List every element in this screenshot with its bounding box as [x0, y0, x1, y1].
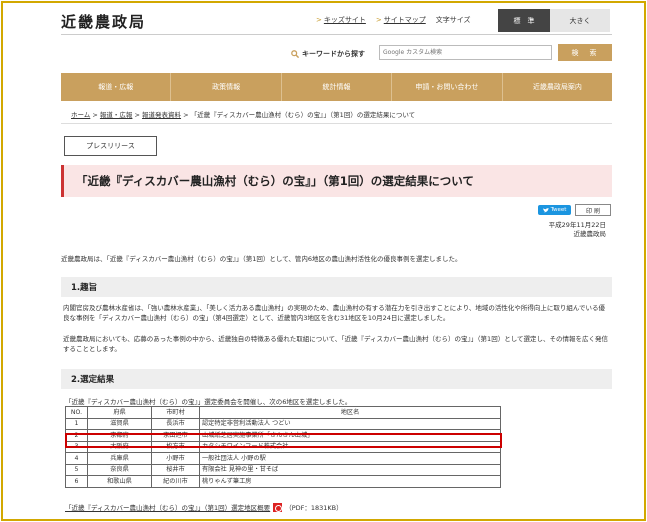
- date-block: 平成29年11月22日 近畿農政局: [549, 221, 606, 239]
- top-links: > キッズサイト > サイトマップ 文字サイズ: [316, 15, 471, 25]
- results-table: NO. 府県 市町村 地区名 1 滋賀県 長浜市 認定特定非営利活動法人 つどい…: [65, 406, 501, 488]
- breadcrumb: ホーム > 報道・広報 > 報道発表資料 > 「近畿『ディスカバー農山漁村（むら…: [71, 111, 416, 119]
- breadcrumb-divider: [61, 123, 612, 124]
- site-logo[interactable]: 近畿農政局: [61, 11, 146, 32]
- global-nav: 報道・広報 政策情報 統計情報 申請・お問い合わせ 近畿農政局案内: [61, 73, 612, 101]
- purpose-paragraph-2: 近畿農政局においても、応募のあった事例の中から、近畿独自の特徴ある優れた取組につ…: [63, 335, 609, 353]
- chevron-right-icon: >: [375, 16, 382, 24]
- table-row: 4 兵庫県 小野市 一般社団法人 小野の駅: [65, 452, 501, 465]
- summary-pdf-link[interactable]: 「近畿『ディスカバー農山漁村（むら）の宝』」（第1回）選定地区概要: [65, 502, 270, 512]
- table-row: 1 滋賀県 長浜市 認定特定非営利活動法人 つどい: [65, 417, 501, 430]
- tweet-button[interactable]: Tweet: [538, 205, 571, 215]
- font-large-button[interactable]: 大きく: [550, 9, 610, 32]
- header-district: 地区名: [199, 406, 501, 419]
- breadcrumb-home[interactable]: ホーム: [71, 111, 90, 119]
- header-prefecture: 府県: [87, 406, 152, 419]
- kids-site-link[interactable]: キッズサイト: [324, 16, 366, 24]
- nav-item-koho[interactable]: 報道・広報: [61, 73, 172, 101]
- breadcrumb-release[interactable]: 報道発表資料: [142, 111, 181, 119]
- table-row: 5 奈良県 桜井市 有限会社 見神の里・甘そば: [65, 463, 501, 476]
- search-label: キーワードから探す: [291, 49, 365, 59]
- issuer: 近畿農政局: [573, 230, 607, 238]
- header-divider: [61, 34, 612, 35]
- header-municipality: 市町村: [151, 406, 200, 419]
- section-heading-purpose: 1.趣旨: [61, 277, 612, 297]
- table-header-row: NO. 府県 市町村 地区名: [65, 406, 501, 419]
- purpose-paragraph-1: 内閣官房及び農林水産省は、「強い農林水産業」、「美しく活力ある農山漁村」の実現の…: [63, 304, 606, 322]
- release-date: 平成29年11月22日: [548, 221, 606, 229]
- nav-item-apply[interactable]: 申請・お問い合わせ: [392, 73, 503, 101]
- font-size-label: 文字サイズ: [435, 16, 471, 24]
- table-row: 6 和歌山県 紀の川市 桃りゃんず筆工房: [65, 475, 501, 488]
- font-standard-button[interactable]: 標 準: [498, 9, 550, 32]
- nav-item-statistics[interactable]: 統計情報: [282, 73, 393, 101]
- search-icon: [291, 50, 299, 58]
- breadcrumb-koho[interactable]: 報道・広報: [100, 111, 133, 119]
- pdf-size: （PDF：1831KB）: [285, 504, 343, 512]
- intro-text: 近畿農政局は、「近畿『ディスカバー農山漁村（むら）の宝』」（第1回）として、管内…: [61, 255, 462, 263]
- table-row: 3 大阪府 枚方市 カタシモワインフード株式会社: [65, 440, 501, 453]
- nav-item-about[interactable]: 近畿農政局案内: [503, 73, 612, 101]
- press-release-button[interactable]: プレスリリース: [64, 136, 157, 156]
- search-input[interactable]: [379, 45, 552, 60]
- nav-item-policy[interactable]: 政策情報: [171, 73, 282, 101]
- footnote: 「近畿『ディスカバー農山漁村（むら）の宝』」（第1回）選定地区概要 （PDF：1…: [65, 502, 343, 512]
- pdf-icon: [273, 502, 283, 512]
- twitter-bird-icon: [542, 207, 549, 212]
- chevron-right-icon: >: [316, 16, 322, 24]
- print-button[interactable]: 印 刷: [575, 204, 611, 216]
- search-button[interactable]: 検 索: [558, 44, 612, 61]
- page-frame: 近畿農政局 > キッズサイト > サイトマップ 文字サイズ 標 準 大きく キーワー…: [1, 1, 646, 521]
- page-title: 「近畿『ディスカバー農山漁村（むら）の宝』」（第1回）の選定結果について: [61, 165, 612, 197]
- table-row: 2 京都府 京田辺市 山城紙芝居実施事業所「さんさん山城」: [65, 429, 501, 442]
- sitemap-link[interactable]: サイトマップ: [384, 16, 426, 24]
- section-heading-results: 2.選定結果: [61, 369, 612, 389]
- breadcrumb-current: 「近畿『ディスカバー農山漁村（むら）の宝』」（第1回）の選定結果について: [190, 111, 416, 119]
- results-intro: 「近畿『ディスカバー農山漁村（むら）の宝』」選定委員会を開催し、次の6地区を選定…: [65, 398, 352, 406]
- header-no: NO.: [65, 406, 88, 419]
